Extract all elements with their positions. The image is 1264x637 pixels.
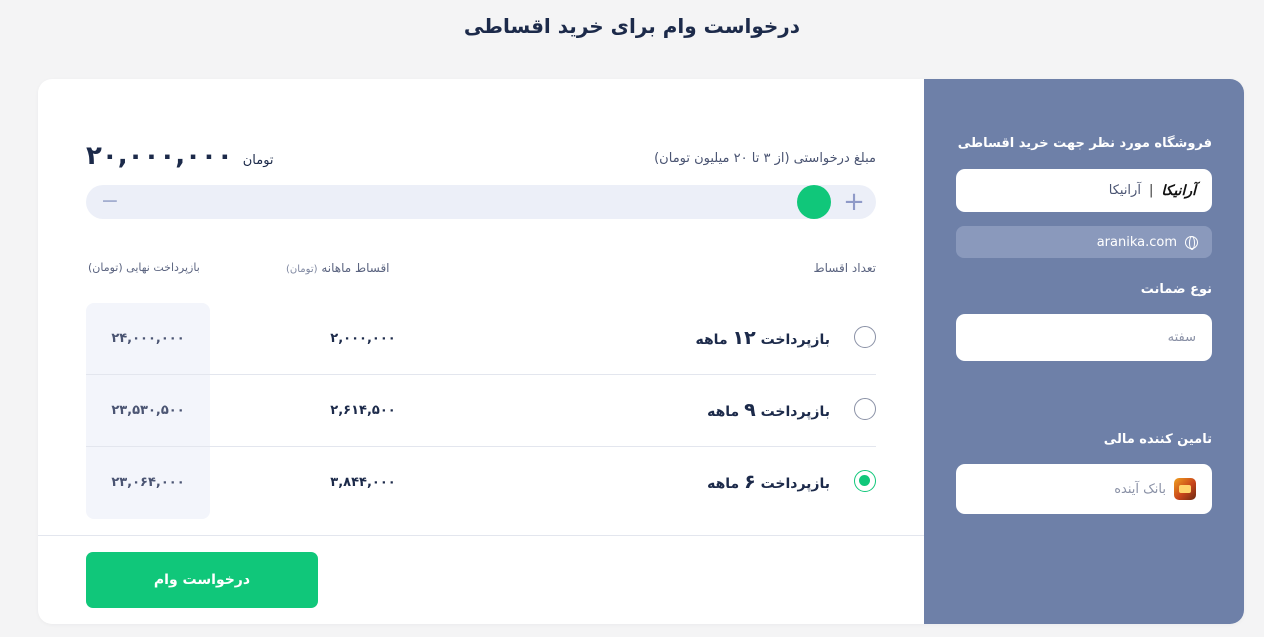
guarantee-select[interactable]: سفته [956, 314, 1212, 361]
provider-label: تامین کننده مالی [1103, 432, 1212, 447]
final-payment: ۲۳,۵۳۰,۵۰۰ [111, 403, 185, 418]
amount-unit: تومان [242, 153, 274, 168]
installment-months: ۶ [744, 471, 756, 493]
provider-select[interactable]: بانک آینده [956, 464, 1212, 514]
request-loan-button[interactable]: درخواست وام [86, 552, 318, 608]
installment-prefix: بازپرداخت [760, 332, 830, 348]
slider-minus-button[interactable]: − [100, 191, 120, 213]
store-sidebar: فروشگاه مورد نظر جهت خرید اقساطی آرانیکا… [924, 79, 1244, 624]
monthly-payment: ۲,۶۱۴,۵۰۰ [330, 403, 396, 418]
column-header-monthly-unit: (تومان) [286, 264, 318, 275]
column-header-monthly-label: اقساط ماهانه [321, 261, 390, 275]
monthly-payment: ۲,۰۰۰,۰۰۰ [330, 331, 396, 346]
installment-months: ۹ [744, 399, 756, 421]
installment-label: بازپرداخت ۶ ماهه [707, 471, 830, 493]
final-payment: ۲۳,۰۶۴,۰۰۰ [111, 475, 185, 490]
globe-icon [1185, 235, 1198, 250]
amount-slider[interactable]: − + [86, 185, 876, 219]
amount-display: تومان ۲۰,۰۰۰,۰۰۰ [86, 141, 274, 171]
guarantee-placeholder: سفته [1167, 330, 1196, 345]
installment-row[interactable]: بازپرداخت ۱۲ ماهه ۲,۰۰۰,۰۰۰ ۲۴,۰۰۰,۰۰۰ [86, 303, 876, 375]
guarantee-label: نوع ضمانت [1140, 282, 1212, 297]
loan-main-section: مبلغ درخواستی (از ۳ تا ۲۰ میلیون تومان) … [38, 79, 924, 624]
installment-row[interactable]: بازپرداخت ۹ ماهه ۲,۶۱۴,۵۰۰ ۲۳,۵۳۰,۵۰۰ [86, 375, 876, 447]
store-label: فروشگاه مورد نظر جهت خرید اقساطی [957, 136, 1212, 151]
amount-value: ۲۰,۰۰۰,۰۰۰ [86, 141, 233, 171]
installment-row[interactable]: بازپرداخت ۶ ماهه ۳,۸۴۴,۰۰۰ ۲۳,۰۶۴,۰۰۰ [86, 447, 876, 519]
monthly-payment: ۳,۸۴۴,۰۰۰ [330, 475, 396, 490]
installment-suffix: ماهه [707, 476, 740, 492]
column-header-monthly: اقساط ماهانه (تومان) [286, 261, 390, 275]
store-select[interactable]: آرانیکا | آرانیکا [956, 169, 1212, 212]
provider-name: بانک آینده [1114, 481, 1166, 497]
installment-radio-12[interactable] [854, 326, 876, 348]
installment-label: بازپرداخت ۹ ماهه [707, 399, 830, 421]
installment-label: بازپرداخت ۱۲ ماهه [695, 327, 830, 349]
store-separator: | [1148, 183, 1154, 198]
installment-months: ۱۲ [732, 327, 756, 349]
bank-ayandeh-icon [1174, 478, 1196, 500]
installment-prefix: بازپرداخت [760, 404, 830, 420]
installment-prefix: بازپرداخت [760, 476, 830, 492]
installment-suffix: ماهه [695, 332, 728, 348]
final-payment: ۲۴,۰۰۰,۰۰۰ [111, 331, 185, 346]
store-website[interactable]: aranika.com [956, 226, 1212, 258]
store-site-text: aranika.com [1096, 234, 1177, 250]
loan-card: مبلغ درخواستی (از ۳ تا ۲۰ میلیون تومان) … [38, 79, 1244, 624]
footer-divider [38, 535, 924, 536]
installment-radio-6[interactable] [854, 470, 876, 492]
column-header-final: بازپرداخت نهایی (تومان) [88, 261, 200, 274]
installment-suffix: ماهه [707, 404, 740, 420]
slider-thumb[interactable] [797, 185, 831, 219]
page-title: درخواست وام برای خرید اقساطی [463, 14, 801, 38]
installment-radio-9[interactable] [854, 398, 876, 420]
store-name: آرانیکا [1108, 183, 1141, 198]
column-header-count: تعداد اقساط [813, 261, 876, 275]
amount-label: مبلغ درخواستی (از ۳ تا ۲۰ میلیون تومان) [654, 151, 876, 166]
slider-plus-button[interactable]: + [842, 189, 866, 215]
store-logo: آرانیکا [1161, 182, 1196, 199]
